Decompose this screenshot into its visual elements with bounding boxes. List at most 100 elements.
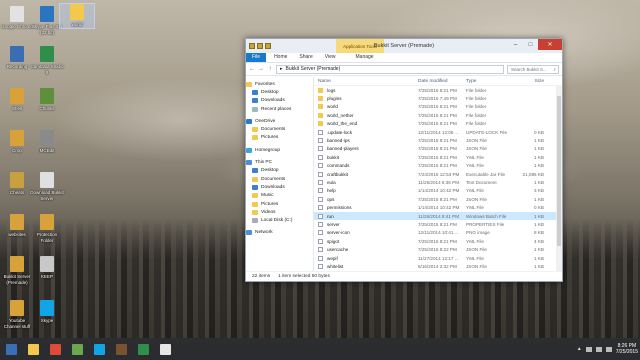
- address-bar[interactable]: ▸ Bukkit Server (Premade): [276, 64, 504, 74]
- nav-this-pc[interactable]: This PC: [246, 158, 313, 166]
- taskbar-minecraft-2[interactable]: [112, 341, 130, 357]
- breadcrumb[interactable]: Bukkit Server (Premade): [286, 66, 341, 72]
- back-button[interactable]: ←: [249, 66, 255, 72]
- file-name-cell: commands: [314, 163, 418, 169]
- file-row[interactable]: bukkit 7/25/2015 8:21 PM YML File 1 KB: [314, 153, 562, 161]
- tab-share[interactable]: Share: [293, 53, 318, 62]
- file-type: Windows Batch File: [466, 213, 507, 219]
- file-row[interactable]: ops 7/25/2015 8:21 PM JSON File 1 KB: [314, 195, 562, 203]
- nav-pc-pictures[interactable]: Pictures: [246, 200, 313, 208]
- nav-pc-documents[interactable]: Documents: [246, 175, 313, 183]
- taskbar-minecraft[interactable]: [68, 341, 86, 357]
- volume-icon[interactable]: [605, 346, 612, 352]
- desktop-icon-item[interactable]: MCEdit: [30, 130, 64, 154]
- file-row[interactable]: plugins 7/25/2015 7:49 PM File folder: [314, 94, 562, 102]
- desktop-icon-item[interactable]: Crop: [0, 130, 34, 154]
- file-row[interactable]: wepif 11/27/2014 12:17 ... YML File 1 KB: [314, 254, 562, 262]
- desktop-icon-item[interactable]: Download Bukkit Server: [30, 172, 64, 201]
- nav-onedrive-documents[interactable]: Documents: [246, 125, 313, 133]
- show-hidden-icons-icon[interactable]: ▲: [577, 346, 582, 352]
- desktop-icon-item[interactable]: Cheats: [0, 172, 34, 196]
- nav-pc-music[interactable]: Music: [246, 192, 313, 200]
- nav-pc-desktop[interactable]: Desktop: [246, 167, 313, 175]
- file-row[interactable]: logs 7/25/2015 8:21 PM File folder: [314, 86, 562, 94]
- desktop-icon-item[interactable]: Skype: [30, 300, 64, 324]
- taskbar-chrome[interactable]: [46, 341, 64, 357]
- scrollbar[interactable]: [556, 86, 562, 271]
- file-icon: [318, 179, 323, 185]
- file-row[interactable]: world 7/25/2015 8:21 PM File folder: [314, 103, 562, 111]
- nav-onedrive-pictures[interactable]: Pictures: [246, 134, 313, 142]
- file-row[interactable]: server 7/25/2015 8:21 PM PROPERTIES File 1 …: [314, 220, 562, 228]
- nav-network[interactable]: Network: [246, 229, 313, 237]
- desktop-icon-item[interactable]: Youtube Channel stuff: [0, 300, 34, 329]
- nav-onedrive[interactable]: OneDrive: [246, 117, 313, 125]
- nav-pc-downloads[interactable]: Downloads: [246, 183, 313, 191]
- file-row[interactable]: banned-ips 7/25/2015 8:21 PM JSON File 1 KB: [314, 136, 562, 144]
- nav-desktop[interactable]: Desktop: [246, 88, 313, 96]
- taskbar-skype[interactable]: [90, 341, 108, 357]
- file-row[interactable]: .update-lock 12/11/2014 12:08 ... UPDATE-L…: [314, 128, 562, 136]
- desktop-icon-item[interactable]: websites: [0, 214, 34, 238]
- clock[interactable]: 8:26 PM 7/25/2015: [616, 343, 638, 356]
- column-header-size[interactable]: Size: [516, 79, 548, 84]
- file-row[interactable]: permissions 1/14/2014 10:42 PM YML File 0 K…: [314, 203, 562, 211]
- nav-homegroup[interactable]: Homegroup: [246, 146, 313, 154]
- file-row[interactable]: banned-players 7/25/2015 8:21 PM JSON File…: [314, 145, 562, 153]
- file-row[interactable]: whitelist 6/16/2014 2:32 PM JSON File 1 KB: [314, 262, 562, 270]
- drive-icon: [252, 218, 258, 224]
- minecraft-icon: [71, 343, 83, 355]
- up-button[interactable]: ↑: [267, 66, 273, 72]
- nav-favorites[interactable]: Favorites: [246, 80, 313, 88]
- tab-view[interactable]: View: [319, 53, 342, 62]
- tab-home[interactable]: Home: [268, 53, 293, 62]
- file-name: server-icon: [327, 230, 350, 236]
- nav-pc-videos[interactable]: Videos: [246, 208, 313, 216]
- nav-downloads[interactable]: Downloads: [246, 97, 313, 105]
- file-row[interactable]: world_nether 7/25/2015 8:21 PM File folder: [314, 111, 562, 119]
- shortcut-icon: [10, 300, 24, 316]
- file-row[interactable]: craftbukkit 7/24/2015 12:53 PM Executable …: [314, 170, 562, 178]
- desktop-icon-item[interactable]: Chunks: [30, 88, 64, 112]
- file-row[interactable]: server-icon 12/11/2014 10:41 ... PNG image…: [314, 229, 562, 237]
- desktop-icon-item[interactable]: Bukkit Server (Premade): [0, 256, 34, 285]
- column-header-type[interactable]: Type: [466, 79, 516, 84]
- forward-button[interactable]: →: [258, 66, 264, 72]
- file-row[interactable]: run 11/26/2014 8:41 PM Windows Batch File 1…: [314, 211, 562, 221]
- desktop-icon-item[interactable]: world: [59, 3, 95, 29]
- documents-icon: [252, 176, 258, 182]
- maximize-button[interactable]: □: [523, 39, 538, 50]
- network-icon[interactable]: [595, 346, 602, 352]
- nav-recent[interactable]: Recent places: [246, 105, 313, 113]
- file-name-cell: server-icon: [314, 230, 418, 236]
- file-row[interactable]: eula 11/26/2014 8:36 PM Text Document 1 KB: [314, 178, 562, 186]
- search-input[interactable]: Search Bukkit S... ⌕: [507, 64, 559, 74]
- taskbar-app-white[interactable]: [156, 341, 174, 357]
- tab-file[interactable]: File: [246, 53, 267, 62]
- nav-local-disk[interactable]: Local Disk (C:): [246, 216, 313, 224]
- desktop-icon-item[interactable]: Shell: [0, 88, 34, 112]
- scrollbar-thumb[interactable]: [557, 96, 561, 246]
- battery-icon[interactable]: [585, 346, 592, 352]
- desktop-icon-item[interactable]: Camtasia Studio 8: [30, 46, 64, 75]
- taskbar-start-button[interactable]: [2, 341, 20, 357]
- close-button[interactable]: ✕: [538, 39, 562, 50]
- taskbar-camtasia[interactable]: [134, 341, 152, 357]
- desktop-icon-item[interactable]: KEEP: [30, 256, 64, 280]
- minimize-button[interactable]: –: [508, 39, 523, 50]
- file-row[interactable]: spigot 7/25/2015 8:21 PM YML File 4 KB: [314, 237, 562, 245]
- taskbar-file-explorer[interactable]: [24, 341, 42, 357]
- file-row[interactable]: commands 7/25/2015 8:21 PM YML File 1 KB: [314, 162, 562, 170]
- tab-manage[interactable]: Manage: [350, 53, 380, 62]
- desktop-icon-item[interactable]: Google Chrome: [0, 6, 34, 30]
- file-size: 4 KB: [534, 238, 544, 244]
- column-header-name[interactable]: Name: [314, 79, 418, 84]
- desktop-icon-item[interactable]: Recording: [0, 46, 34, 70]
- column-header-date[interactable]: Date modified: [418, 79, 466, 84]
- file-row[interactable]: world_the_end 7/25/2015 8:21 PM File folde…: [314, 120, 562, 128]
- file-row[interactable]: help 1/14/2014 10:42 PM YML File 3 KB: [314, 187, 562, 195]
- desktop-icon-item[interactable]: Skype Plus 3.0 (32 bit): [30, 6, 64, 35]
- title-bar[interactable]: Application Tools Bukkit Server (Premade…: [246, 39, 562, 53]
- file-row[interactable]: usercache 7/25/2015 8:22 PM JSON File 1 KB: [314, 245, 562, 253]
- desktop-icon-item[interactable]: Protection Folder: [30, 214, 64, 243]
